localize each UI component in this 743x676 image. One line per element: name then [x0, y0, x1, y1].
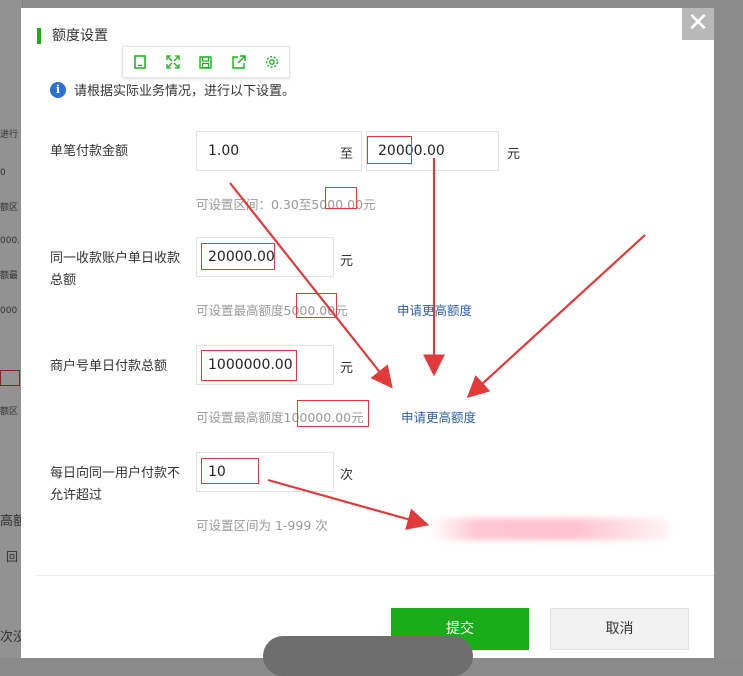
daily-account-input[interactable]: 20000.00 [196, 237, 334, 277]
merchant-daily-hint: 可设置最高额度100000.00元 [196, 410, 364, 425]
apply-higher-quota-link[interactable]: 申请更高额度 [401, 407, 476, 426]
single-min-input[interactable]: 1.00 [196, 131, 362, 171]
info-icon: i [50, 81, 66, 98]
single-unit: 元 [507, 147, 521, 162]
expand-icon[interactable] [166, 55, 180, 69]
floating-pill [263, 636, 473, 676]
notice: i 请根据实际业务情况，进行以下设置。 [50, 80, 295, 99]
daily-account-hint: 可设置最高额度5000.00元 [196, 303, 348, 318]
floating-toolbar [122, 46, 290, 78]
single-payment-label: 单笔付款金额 [50, 144, 129, 159]
daily-account-label: 同一收款账户单日收款总额 [50, 251, 181, 288]
merchant-daily-input[interactable]: 1000000.00 [196, 345, 334, 385]
daily-user-unit: 次 [340, 468, 354, 483]
merchant-daily-label: 商户号单日付款总额 [50, 359, 168, 374]
range-to-text: 至 [340, 147, 354, 162]
merchant-daily-unit: 元 [340, 361, 354, 376]
footer-divider [37, 575, 714, 576]
title-accent-bar [37, 28, 41, 44]
save-icon[interactable] [199, 55, 213, 69]
daily-user-label: 每日向同一用户付款不允许超过 [50, 466, 181, 503]
notice-text: 请根据实际业务情况，进行以下设置。 [74, 84, 296, 99]
daily-user-input[interactable]: 10 [196, 452, 334, 492]
single-max-input[interactable]: 20000.00 [366, 131, 499, 171]
settings-icon[interactable] [265, 55, 279, 69]
redacted-annotation [430, 518, 670, 540]
apply-higher-quota-link[interactable]: 申请更高额度 [397, 300, 472, 319]
single-hint: 可设置区间：0.30至5000.00元 [196, 197, 376, 212]
close-button[interactable]: ✕ [682, 8, 714, 40]
share-icon[interactable] [232, 55, 246, 69]
cancel-button[interactable]: 取消 [550, 608, 689, 650]
daily-account-unit: 元 [340, 254, 354, 269]
tablet-icon[interactable] [133, 55, 147, 69]
dialog-title: 额度设置 [52, 28, 108, 44]
daily-user-hint: 可设置区间为 1-999 次 [196, 518, 328, 533]
quota-settings-dialog: 额度设置 i 请根据实际业务情况，进行以下设置。 单笔付款金额 1.00 至 2… [21, 8, 714, 658]
